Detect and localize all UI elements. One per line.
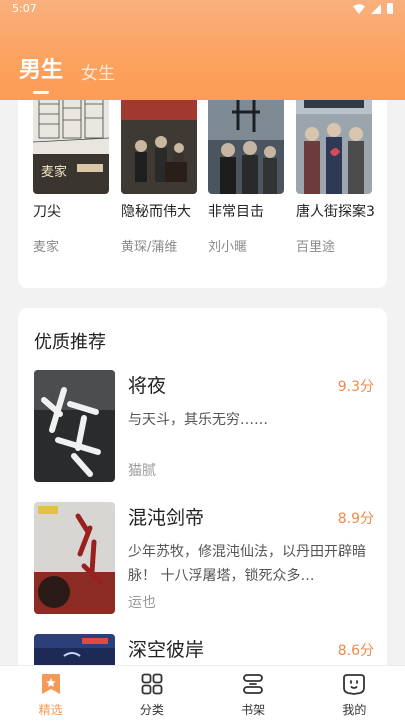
book-author: 麦家 (33, 240, 60, 255)
book-author: 运也 (128, 595, 156, 611)
wifi-icon (353, 3, 365, 14)
book-cover (121, 100, 197, 194)
recommend-item[interactable]: 混沌剑帝 8.9分 少年苏牧，修混沌仙法，以丹田开辟暗脉！ 十八浮屠塔，锁死众多… (34, 502, 374, 614)
nav-category[interactable]: 分类 (101, 666, 202, 721)
book-title: 深空彼岸 (128, 639, 205, 661)
recommend-card: 优质推荐 将夜 9.3分 与天斗，其乐无穷…… 猫腻 混沌剑帝 8.9分 少年苏… (18, 308, 387, 665)
nav-bookshelf[interactable]: 书架 (203, 666, 304, 721)
signal-icon (371, 3, 381, 14)
book-author: 百里途 (296, 240, 336, 255)
nav-profile[interactable]: 我的 (304, 666, 405, 721)
grid-icon (141, 673, 163, 695)
book-cover (296, 100, 372, 194)
book-cover (34, 370, 115, 482)
book-item[interactable]: 麦家 刀尖 麦家 (33, 100, 113, 255)
tab-male[interactable]: 男生 (19, 52, 63, 94)
recommend-item[interactable]: 将夜 9.3分 与天斗，其乐无穷…… 猫腻 (34, 370, 374, 482)
status-bar: 5:07 (0, 0, 405, 18)
top-books-card: 麦家 刀尖 麦家 隐秘而伟大 黄琛/蒲维 非常目击 刘小暱 唐人街探案3 百里途 (18, 100, 387, 288)
book-desc: 少年苏牧，修混沌仙法，以丹田开辟暗脉！ 十八浮屠塔，锁死众多… (128, 544, 366, 584)
status-time: 5:07 (12, 2, 37, 15)
gender-tabs: 男生 女生 (19, 52, 115, 94)
book-item[interactable]: 唐人街探案3 百里途 (296, 100, 376, 255)
book-item[interactable]: 非常目击 刘小暱 (208, 100, 288, 255)
bottom-nav: 精选 分类 书架 我的 (0, 665, 405, 721)
nav-featured[interactable]: 精选 (0, 666, 101, 721)
section-title: 优质推荐 (34, 332, 106, 353)
book-title: 非常目击 (208, 204, 264, 220)
book-cover (34, 502, 115, 614)
nav-label: 我的 (342, 703, 367, 717)
nav-label: 书架 (241, 703, 266, 717)
book-title: 混沌剑帝 (128, 507, 205, 529)
book-title: 唐人街探案3 (296, 204, 375, 220)
nav-label: 分类 (139, 703, 164, 717)
tab-female[interactable]: 女生 (81, 59, 115, 94)
shelf-icon (243, 674, 264, 694)
book-author: 猫腻 (128, 463, 156, 479)
book-score: 8.9分 (337, 511, 374, 527)
book-score: 9.3分 (337, 379, 374, 395)
book-item[interactable]: 隐秘而伟大 黄琛/蒲维 (121, 100, 201, 255)
book-score: 8.6分 (337, 643, 374, 659)
recommend-item[interactable]: 深空彼岸 8.6分 (34, 634, 374, 665)
book-author: 黄琛/蒲维 (121, 240, 178, 255)
book-author: 刘小暱 (208, 240, 248, 255)
book-cover: 麦家 (33, 100, 109, 194)
book-title: 将夜 (128, 375, 167, 397)
profile-icon (343, 674, 366, 695)
book-cover (208, 100, 284, 194)
book-desc: 与天斗，其乐无穷…… (128, 412, 268, 428)
book-title: 刀尖 (33, 204, 61, 220)
cover-author-text: 麦家 (41, 164, 67, 180)
book-cover (34, 634, 115, 665)
nav-label: 精选 (38, 703, 63, 717)
book-title: 隐秘而伟大 (121, 204, 191, 220)
bookmark-icon (41, 674, 60, 694)
header: 5:07 男生 女生 (0, 0, 405, 100)
battery-icon (387, 3, 393, 14)
content-scroll[interactable]: 麦家 刀尖 麦家 隐秘而伟大 黄琛/蒲维 非常目击 刘小暱 唐人街探案3 百里途… (0, 100, 405, 665)
